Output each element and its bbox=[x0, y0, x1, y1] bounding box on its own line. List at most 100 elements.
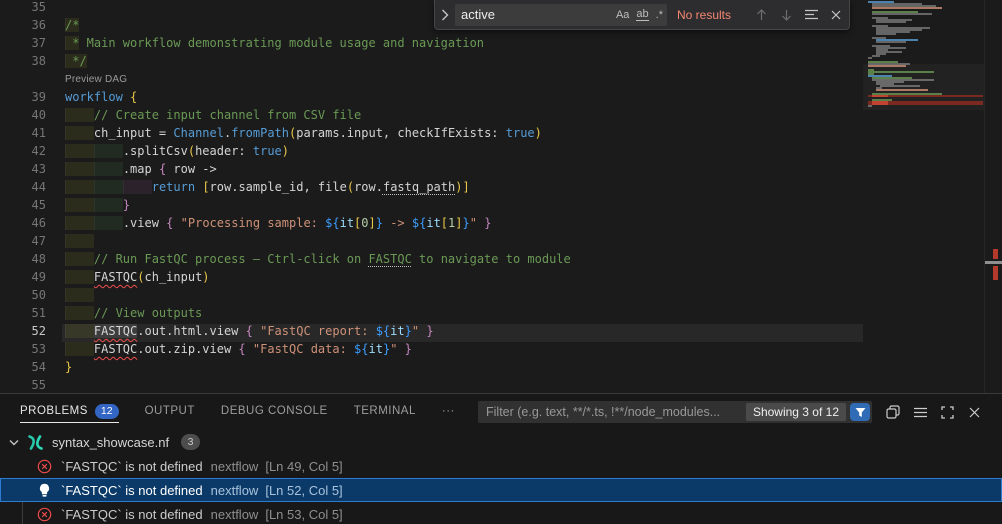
code-line-43[interactable]: 43 .map { row -> bbox=[0, 162, 863, 180]
code-token: ) bbox=[202, 270, 209, 284]
line-content[interactable]: FASTQC.out.zip.view { "FastQC data: ${it… bbox=[62, 342, 863, 360]
code-line-51[interactable]: 51 // View outputs bbox=[0, 306, 863, 324]
previous-match-icon[interactable] bbox=[750, 4, 772, 26]
code-token: ch_input bbox=[145, 270, 203, 284]
line-number: 37 bbox=[0, 36, 46, 54]
code-line-52[interactable]: 52 FASTQC.out.html.view { "FastQC report… bbox=[0, 324, 863, 342]
line-number: 42 bbox=[0, 144, 46, 162]
code-token: ) bbox=[282, 144, 289, 158]
problem-location: [Ln 49, Col 5] bbox=[265, 459, 342, 474]
code-line-50[interactable]: 50 bbox=[0, 288, 863, 306]
line-number: 50 bbox=[0, 288, 46, 306]
problems-tree: syntax_showcase.nf 3 `FASTQC` is not def… bbox=[0, 430, 1002, 524]
tab-terminal[interactable]: TERMINAL bbox=[354, 394, 416, 428]
maximize-panel-icon[interactable] bbox=[938, 403, 956, 421]
code-token: .out.html.view bbox=[137, 324, 245, 338]
code-line-47[interactable]: 47 bbox=[0, 234, 863, 252]
code-token: [ bbox=[441, 216, 448, 230]
line-content[interactable]: } bbox=[62, 360, 863, 378]
code-line-42[interactable]: 42 .splitCsv(header: true) bbox=[0, 144, 863, 162]
line-content[interactable]: return [row.sample_id, file(row.fastq_pa… bbox=[62, 180, 863, 198]
code-line-38[interactable]: 38 */ bbox=[0, 54, 863, 72]
tab-output[interactable]: OUTPUT bbox=[145, 394, 195, 428]
toggle-replace-icon[interactable] bbox=[435, 0, 455, 29]
code-token: "Processing sample: bbox=[181, 216, 326, 230]
problems-filter-input[interactable]: Filter (e.g. text, **/*.ts, !**/node_mod… bbox=[478, 401, 872, 423]
line-number: 39 bbox=[0, 90, 46, 108]
find-input[interactable]: active Aa ab .* bbox=[455, 4, 667, 26]
line-number: 51 bbox=[0, 306, 46, 324]
close-find-icon[interactable] bbox=[825, 4, 847, 26]
line-content[interactable]: */ bbox=[62, 54, 863, 72]
line-content[interactable] bbox=[62, 288, 863, 306]
line-content[interactable]: // Run FastQC process – Ctrl-click on FA… bbox=[62, 252, 863, 270]
problems-file-row[interactable]: syntax_showcase.nf 3 bbox=[0, 430, 1002, 454]
line-content[interactable]: workflow { bbox=[62, 90, 863, 108]
line-content[interactable]: } bbox=[62, 198, 863, 216]
collapse-all-icon[interactable] bbox=[884, 403, 902, 421]
code-token: FASTQC bbox=[368, 252, 411, 266]
line-content[interactable]: .map { row -> bbox=[62, 162, 863, 180]
code-line-44[interactable]: 44 return [row.sample_id, file(row.fastq… bbox=[0, 180, 863, 198]
tab-problems[interactable]: PROBLEMS12 bbox=[20, 394, 119, 428]
code-line-49[interactable]: 49 FASTQC(ch_input) bbox=[0, 270, 863, 288]
line-content[interactable]: ch_input = Channel.fromPath(params.input… bbox=[62, 126, 863, 144]
code-line-48[interactable]: 48 // Run FastQC process – Ctrl-click on… bbox=[0, 252, 863, 270]
code-line-39[interactable]: 39 workflow { bbox=[0, 90, 863, 108]
next-match-icon[interactable] bbox=[775, 4, 797, 26]
code-token: ${ bbox=[354, 342, 368, 356]
line-content[interactable]: FASTQC.out.html.view { "FastQC report: $… bbox=[62, 324, 863, 342]
code-line-55[interactable]: 55 bbox=[0, 378, 863, 393]
line-content[interactable] bbox=[62, 378, 863, 393]
line-content[interactable]: // Create input channel from CSV file bbox=[62, 108, 863, 126]
codelens-preview-dag[interactable]: Preview DAG bbox=[65, 74, 127, 85]
code-token: -> bbox=[383, 216, 412, 230]
match-case-icon[interactable]: Aa bbox=[616, 9, 629, 21]
code-line-40[interactable]: 40 // Create input channel from CSV file bbox=[0, 108, 863, 126]
code-line-53[interactable]: 53 FASTQC.out.zip.view { "FastQC data: $… bbox=[0, 342, 863, 360]
view-as-table-icon[interactable] bbox=[911, 403, 929, 421]
line-content[interactable]: .view { "Processing sample: ${it[0]} -> … bbox=[62, 216, 863, 234]
code-line-41[interactable]: 41 ch_input = Channel.fromPath(params.in… bbox=[0, 126, 863, 144]
tab--[interactable]: ··· bbox=[442, 394, 455, 428]
vscode-window: 3536/*37 * Main workflow demonstrating m… bbox=[0, 0, 1002, 524]
close-panel-icon[interactable] bbox=[965, 403, 983, 421]
code-token bbox=[65, 108, 94, 122]
code-token: { bbox=[246, 324, 253, 338]
problem-row[interactable]: `FASTQC` is not definednextflow[Ln 53, C… bbox=[0, 502, 1002, 524]
line-content[interactable]: // View outputs bbox=[62, 306, 863, 324]
code-line-54[interactable]: 54} bbox=[0, 360, 863, 378]
problem-row[interactable]: `FASTQC` is not definednextflow[Ln 49, C… bbox=[0, 454, 1002, 478]
code-editor[interactable]: 3536/*37 * Main workflow demonstrating m… bbox=[0, 0, 1002, 393]
code-line-37[interactable]: 37 * Main workflow demonstrating module … bbox=[0, 36, 863, 54]
line-number: 36 bbox=[0, 18, 46, 36]
line-number: 41 bbox=[0, 126, 46, 144]
code-line-45[interactable]: 45 } bbox=[0, 198, 863, 216]
line-content[interactable]: .splitCsv(header: true) bbox=[62, 144, 863, 162]
line-content[interactable]: * Main workflow demonstrating module usa… bbox=[62, 36, 863, 54]
panel-actions bbox=[884, 401, 983, 423]
code-lines[interactable]: 3536/*37 * Main workflow demonstrating m… bbox=[0, 0, 863, 393]
code-token: ] bbox=[462, 180, 469, 194]
chevron-down-icon[interactable] bbox=[6, 439, 22, 446]
code-token bbox=[397, 342, 404, 356]
problems-count-badge: 12 bbox=[95, 404, 119, 419]
find-query-text[interactable]: active bbox=[461, 7, 609, 22]
tab-debug-console[interactable]: DEBUG CONSOLE bbox=[221, 394, 328, 428]
overview-ruler[interactable] bbox=[984, 0, 1002, 393]
minimap[interactable] bbox=[863, 0, 984, 393]
line-content[interactable]: FASTQC(ch_input) bbox=[62, 270, 863, 288]
code-token: fromPath bbox=[231, 126, 289, 140]
code-line-46[interactable]: 46 .view { "Processing sample: ${it[0]} … bbox=[0, 216, 863, 234]
whole-word-icon[interactable]: ab bbox=[636, 9, 648, 21]
regex-icon[interactable]: .* bbox=[656, 9, 663, 21]
problem-message: `FASTQC` is not defined bbox=[61, 459, 203, 474]
code-token: row. bbox=[354, 180, 383, 194]
line-content[interactable] bbox=[62, 234, 863, 252]
find-in-selection-icon[interactable] bbox=[800, 4, 822, 26]
problem-row[interactable]: `FASTQC` is not definednextflow[Ln 52, C… bbox=[0, 478, 1002, 502]
filter-funnel-icon[interactable] bbox=[850, 403, 870, 421]
code-token: ${ bbox=[325, 216, 339, 230]
code-token bbox=[94, 162, 123, 176]
code-token: ) bbox=[535, 126, 542, 140]
